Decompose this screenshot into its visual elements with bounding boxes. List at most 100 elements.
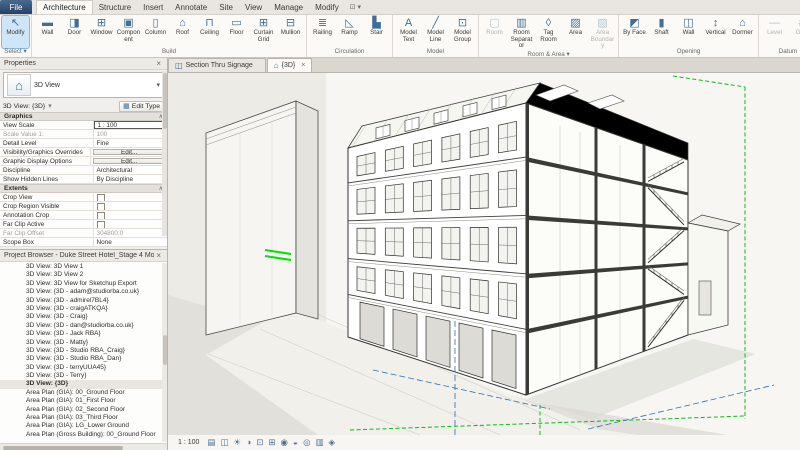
browser-view-item[interactable]: 3D View: {3D} — [0, 380, 167, 388]
graphics-section-header[interactable]: Graphics ∧ — [0, 112, 167, 121]
ribbon-button[interactable]: ▬ Wall — [34, 16, 61, 48]
extents-section-header[interactable]: Extents ∧ — [0, 184, 167, 193]
browser-view-item[interactable]: Area Plan (GIA): 02_Second Floor — [0, 406, 167, 414]
hide-isolate-icon[interactable]: ◒ — [293, 438, 298, 447]
property-value[interactable] — [94, 202, 167, 210]
ribbon-tab[interactable]: Architecture — [36, 0, 93, 14]
browser-view-item[interactable]: 3D View: {3D - Craig} — [0, 313, 167, 321]
show-crop-icon[interactable]: ⊞ — [268, 438, 275, 447]
properties-scrollbar[interactable] — [162, 71, 167, 236]
property-value[interactable]: None — [94, 238, 167, 246]
ribbon-button[interactable]: ⌂ Roof — [169, 16, 196, 48]
browser-view-item[interactable]: Area Plan (GIA): 03_Third Floor — [0, 414, 167, 422]
ribbon-tab[interactable]: Structure — [93, 0, 137, 14]
ribbon-button[interactable]: ▥ Room Separator — [508, 16, 535, 51]
temp-view-properties-icon[interactable]: ▥ — [315, 438, 323, 447]
ribbon-button[interactable]: ╱ Model Line — [422, 16, 449, 48]
browser-view-item[interactable]: 3D View: {3D - Jack RBA} — [0, 330, 167, 338]
panel-label-room-area[interactable]: Room & Area ▾ — [479, 51, 618, 58]
ribbon-tab[interactable]: Site — [213, 0, 239, 14]
property-value[interactable]: Edit... — [93, 158, 165, 164]
type-selector[interactable]: ⌂ 3D View ▾ — [3, 72, 164, 98]
browser-view-item[interactable]: 3D View: {3D - Studio RBA_Craig} — [0, 347, 167, 355]
project-browser-close-icon[interactable]: × — [154, 251, 163, 260]
ribbon-button[interactable]: ▣ Component — [115, 16, 142, 48]
property-value[interactable] — [94, 193, 167, 201]
ribbon-button[interactable]: ⊓ Ceiling — [196, 16, 223, 48]
browser-view-item[interactable]: 3D View: {3D - terryUUA45} — [0, 364, 167, 372]
ribbon-button[interactable]: ↕ Vertical — [702, 16, 729, 48]
browser-view-item[interactable]: 3D View: {3D - admirel7BL4} — [0, 297, 167, 305]
browser-view-item[interactable]: 3D View: {3D - Matty} — [0, 339, 167, 347]
ribbon-tab[interactable]: Modify — [309, 0, 345, 14]
property-value[interactable]: Fine — [94, 139, 167, 147]
ribbon-display-toggle[interactable]: ⊡ ▾ — [345, 0, 366, 14]
ribbon-button[interactable]: ⊟ Mullion — [277, 16, 304, 48]
ribbon-button[interactable]: A Model Text — [395, 16, 422, 48]
property-value[interactable] — [94, 211, 167, 219]
property-value[interactable]: 100 — [94, 130, 167, 138]
ribbon-button[interactable]: ⊞ Window — [88, 16, 115, 48]
browser-view-item[interactable]: 3D View: {3D - Studio RBA_Dan} — [0, 355, 167, 363]
instance-selector-arrow-icon[interactable]: ▾ — [48, 102, 51, 110]
properties-close-icon[interactable]: × — [154, 59, 163, 68]
ribbon-button[interactable]: ▢ Room — [481, 16, 508, 51]
reveal-hidden-icon[interactable]: ◎ — [303, 438, 310, 447]
panel-label-select[interactable]: Select ▾ — [0, 48, 31, 57]
browser-view-item[interactable]: Area Plan (GIA): LG_Lower Ground — [0, 422, 167, 430]
browser-view-item[interactable]: 3D View: 3D View for Sketchup Export — [0, 280, 167, 288]
project-browser-vscrollbar[interactable] — [162, 263, 167, 442]
ribbon-tab[interactable]: Manage — [268, 0, 309, 14]
ribbon-button[interactable]: # Grid — [788, 16, 800, 48]
project-browser-hscrollbar[interactable] — [0, 443, 167, 450]
property-value[interactable] — [94, 220, 167, 228]
ribbon-button[interactable]: ▯ Column — [142, 16, 169, 48]
ribbon-button[interactable]: ▭ Floor — [223, 16, 250, 48]
displaced-elements-icon[interactable]: ◈ — [329, 438, 336, 447]
property-value[interactable]: Edit... — [93, 149, 165, 155]
browser-view-item[interactable]: 3D View: 3D View 2 — [0, 271, 167, 279]
ribbon-button[interactable]: ▨ Area — [562, 16, 589, 51]
detail-level-icon[interactable]: ▤ — [207, 438, 215, 447]
ribbon-button[interactable]: ▙ Stair — [363, 16, 390, 48]
browser-view-item[interactable]: 3D View: 3D View 1 — [0, 263, 167, 271]
ribbon-button[interactable]: ◫ Wall — [675, 16, 702, 48]
visual-style-icon[interactable]: ◫ — [220, 438, 228, 447]
ribbon-button[interactable]: ⌂ Dormer — [729, 16, 756, 48]
file-menu-button[interactable]: File — [0, 0, 32, 14]
crop-view-icon[interactable]: ⊡ — [256, 438, 263, 447]
ribbon-button[interactable]: ≣ Railing — [309, 16, 336, 48]
edit-type-button[interactable]: ▦ Edit Type — [119, 101, 164, 112]
browser-view-item[interactable]: Area Plan (GIA): 01_First Floor — [0, 397, 167, 405]
view-tab-close-icon[interactable]: × — [301, 62, 305, 69]
ribbon-tab[interactable]: View — [239, 0, 268, 14]
ribbon-button[interactable]: — Level — [761, 16, 788, 48]
ribbon-button[interactable]: ◩ By Face — [621, 16, 648, 48]
scale-button[interactable]: 1 : 100 — [178, 439, 199, 446]
property-value[interactable]: By Discipline — [94, 175, 167, 183]
instance-selector[interactable]: 3D View: {3D} ▾ — [3, 102, 119, 110]
ribbon-tab[interactable]: Insert — [137, 0, 169, 14]
ribbon-button[interactable]: ↖ Modify — [2, 16, 29, 48]
view-tab[interactable]: ⌂ {3D} × — [267, 58, 313, 72]
property-value[interactable]: 1 : 100 — [94, 121, 167, 129]
drawing-canvas[interactable]: 1 : 100 ▤ ◫ ☀ ◑ ⊡ ⊞ ◉ — [168, 73, 800, 450]
ribbon-button[interactable]: ▮ Shaft — [648, 16, 675, 48]
shadows-icon[interactable]: ◑ — [246, 438, 251, 447]
ribbon-button[interactable]: ▧ Area Boundary — [589, 16, 616, 51]
lock-view-icon[interactable]: ◉ — [281, 438, 288, 447]
browser-view-item[interactable]: 3D View: {3D - adam@studiorba.co.uk} — [0, 288, 167, 296]
ribbon-button[interactable]: ◺ Ramp — [336, 16, 363, 48]
browser-view-item[interactable]: Area Plan (GIA): 00_Ground Floor — [0, 389, 167, 397]
sun-path-icon[interactable]: ☀ — [233, 438, 241, 447]
ribbon-button[interactable]: ◊ Tag Room — [535, 16, 562, 51]
ribbon-button[interactable]: ◨ Door — [61, 16, 88, 48]
property-value[interactable]: 304800.0 — [94, 229, 167, 237]
ribbon-button[interactable]: ⊞ Curtain Grid — [250, 16, 277, 48]
browser-view-item[interactable]: 3D View: {3D - craigATKQA} — [0, 305, 167, 313]
ribbon-button[interactable]: ⊡ Model Group — [449, 16, 476, 48]
browser-view-item[interactable]: Area Plan (Gross Building): 00_Ground Fl… — [0, 431, 167, 439]
property-value[interactable]: Architectural — [94, 166, 167, 174]
ribbon-tab[interactable]: Annotate — [169, 0, 213, 14]
view-tab[interactable]: ◫ Section Thru Signage — [168, 58, 266, 72]
